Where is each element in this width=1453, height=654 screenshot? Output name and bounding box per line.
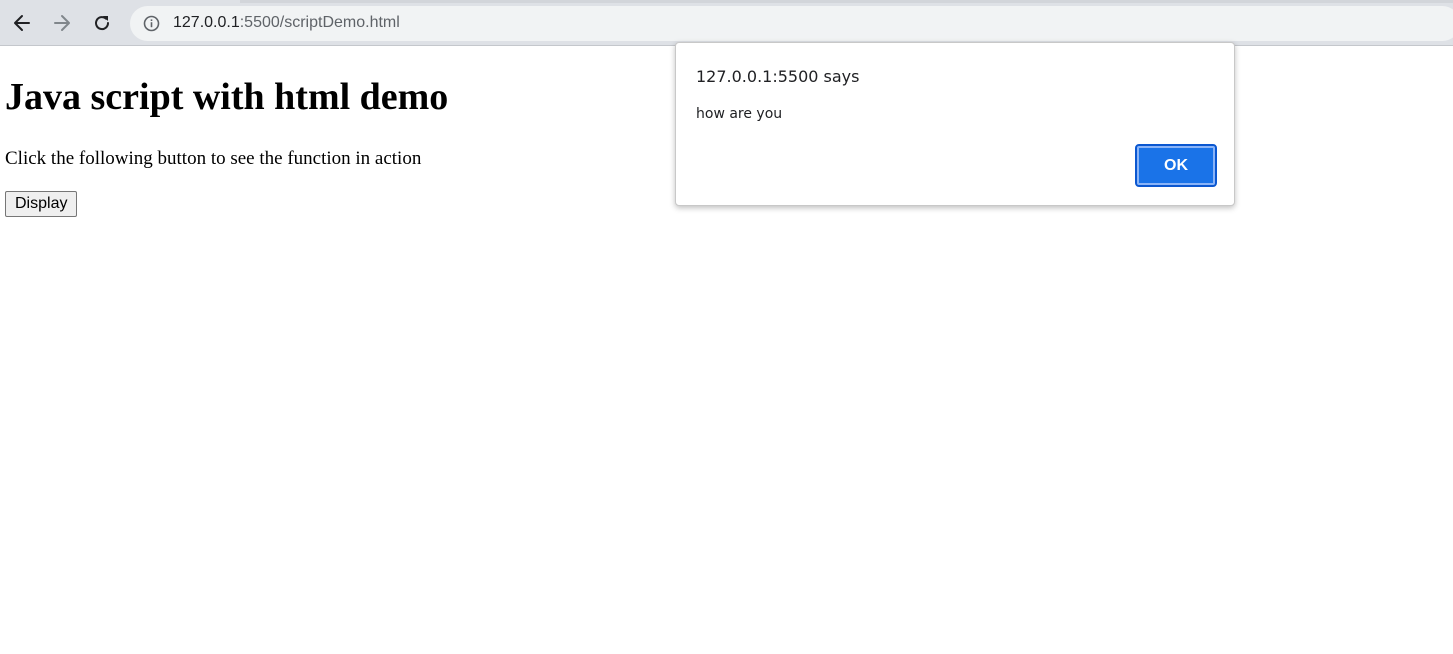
info-icon[interactable] xyxy=(143,15,160,32)
back-button[interactable] xyxy=(7,8,37,38)
address-bar[interactable]: 127.0.0.1:5500/scriptDemo.html xyxy=(130,6,1453,41)
alert-origin: 127.0.0.1:5500 says xyxy=(696,67,860,86)
ok-button[interactable]: OK xyxy=(1135,144,1217,187)
url-path: :5500/scriptDemo.html xyxy=(239,14,400,31)
reload-button[interactable] xyxy=(87,8,117,38)
page-description: Click the following button to see the fu… xyxy=(5,148,422,169)
url-text[interactable]: 127.0.0.1:5500/scriptDemo.html xyxy=(173,13,400,33)
alert-message: how are you xyxy=(696,106,783,122)
tab-strip xyxy=(240,0,1453,3)
display-button[interactable]: Display xyxy=(5,191,78,217)
url-host: 127.0.0.1 xyxy=(173,14,240,31)
arrow-left-icon xyxy=(14,15,30,31)
arrow-right-icon xyxy=(54,15,70,31)
alert-dialog: 127.0.0.1:5500 says how are you OK xyxy=(675,42,1235,206)
reload-icon xyxy=(95,16,110,31)
browser-toolbar: 127.0.0.1:5500/scriptDemo.html xyxy=(0,0,1453,46)
forward-button[interactable] xyxy=(47,8,77,38)
page-title: Java script with html demo xyxy=(5,76,449,118)
